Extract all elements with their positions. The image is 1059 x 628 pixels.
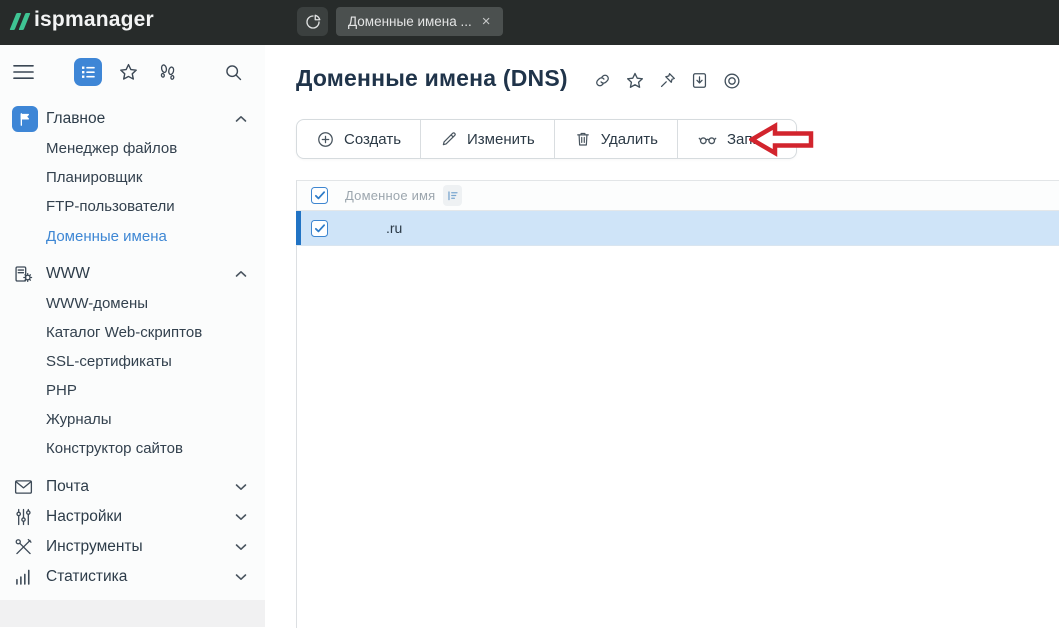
dashboard-tab-button[interactable] bbox=[297, 7, 328, 36]
table-row-domain[interactable]: .ru bbox=[297, 211, 1059, 246]
create-button-label: Создать bbox=[344, 131, 401, 148]
sidebar-section-main[interactable]: Главное bbox=[0, 104, 265, 134]
logo-text: ispmanager bbox=[34, 8, 154, 32]
sidebar-section-statistics[interactable]: Статистика bbox=[0, 562, 265, 592]
sidebar-item-ftp-users[interactable]: FTP-пользователи bbox=[46, 192, 175, 221]
sidebar-section-mail[interactable]: Почта bbox=[0, 472, 265, 502]
sliders-icon bbox=[13, 507, 34, 528]
sort-icon[interactable] bbox=[443, 185, 462, 206]
chevron-down-icon[interactable] bbox=[235, 543, 247, 551]
sidebar-item-file-manager[interactable]: Менеджер файлов bbox=[46, 134, 177, 163]
export-icon[interactable] bbox=[690, 71, 709, 90]
sidebar-section-tools[interactable]: Инструменты bbox=[0, 532, 265, 562]
section-label: Инструменты bbox=[46, 532, 143, 562]
close-icon[interactable]: × bbox=[482, 14, 491, 29]
page-title: Доменные имена (DNS) bbox=[296, 65, 568, 92]
tab-label: Доменные имена ... bbox=[348, 14, 472, 29]
section-label: Почта bbox=[46, 472, 89, 502]
stats-icon bbox=[13, 567, 34, 588]
sidebar-section-www[interactable]: WWW bbox=[0, 259, 265, 289]
pie-chart-icon bbox=[304, 13, 322, 31]
chevron-up-icon[interactable] bbox=[235, 270, 247, 278]
delete-button-label: Удалить bbox=[601, 131, 658, 148]
create-button[interactable]: Создать bbox=[297, 120, 420, 158]
glasses-icon bbox=[697, 130, 718, 148]
sidebar-item-www-domains[interactable]: WWW-домены bbox=[46, 289, 148, 318]
red-arrow-annotation bbox=[749, 121, 815, 158]
topbar: ispmanager Доменные имена ... × bbox=[0, 0, 1059, 45]
link-icon[interactable] bbox=[593, 71, 612, 90]
chevron-down-icon[interactable] bbox=[235, 573, 247, 581]
sidebar-item-ssl-certificates[interactable]: SSL-сертификаты bbox=[46, 347, 172, 376]
open-tab-domain-names[interactable]: Доменные имена ... × bbox=[336, 7, 503, 36]
edit-button-label: Изменить bbox=[467, 131, 535, 148]
column-header-domain-name[interactable]: Доменное имя bbox=[345, 188, 435, 203]
edit-button[interactable]: Изменить bbox=[420, 120, 554, 158]
mail-icon bbox=[13, 477, 34, 498]
row-checkbox[interactable] bbox=[311, 220, 328, 237]
domain-name-cell: .ru bbox=[386, 220, 402, 236]
section-label: Главное bbox=[46, 104, 105, 134]
section-label: WWW bbox=[46, 259, 90, 289]
server-gear-icon bbox=[13, 264, 34, 285]
sidebar-section-settings[interactable]: Настройки bbox=[0, 502, 265, 532]
sidebar: Главное Менеджер файлов Планировщик FTP-… bbox=[0, 45, 265, 627]
trash-icon bbox=[574, 130, 592, 148]
star-icon[interactable] bbox=[625, 71, 645, 91]
tools-icon bbox=[13, 537, 34, 558]
delete-button[interactable]: Удалить bbox=[554, 120, 677, 158]
flag-icon bbox=[12, 106, 38, 132]
chevron-down-icon[interactable] bbox=[235, 483, 247, 491]
section-label: Статистика bbox=[46, 562, 127, 592]
sidebar-item-site-builder[interactable]: Конструктор сайтов bbox=[46, 434, 183, 463]
page-title-actions bbox=[593, 71, 742, 91]
sidebar-footer-area bbox=[0, 600, 265, 627]
pencil-icon bbox=[440, 130, 458, 148]
gear-ring-icon[interactable] bbox=[722, 71, 742, 91]
ispmanager-logo[interactable]: ispmanager bbox=[13, 8, 154, 32]
section-label: Настройки bbox=[46, 502, 122, 532]
plus-circle-icon bbox=[316, 130, 335, 149]
sidebar-item-web-scripts[interactable]: Каталог Web-скриптов bbox=[46, 318, 202, 347]
domains-table: Доменное имя .ru bbox=[296, 180, 1059, 628]
main-content: Доменные имена (DNS) bbox=[265, 45, 1059, 627]
table-header-row: Доменное имя bbox=[297, 181, 1059, 211]
sidebar-item-domain-names[interactable]: Доменные имена bbox=[46, 222, 167, 251]
chevron-up-icon[interactable] bbox=[235, 115, 247, 123]
chevron-down-icon[interactable] bbox=[235, 513, 247, 521]
select-all-checkbox[interactable] bbox=[311, 187, 328, 204]
toolbar: Создать Изменить Удалить bbox=[296, 119, 797, 159]
pin-icon[interactable] bbox=[658, 71, 677, 90]
sidebar-item-scheduler[interactable]: Планировщик bbox=[46, 163, 142, 192]
logo-slashes-icon bbox=[13, 13, 27, 30]
sidebar-item-php[interactable]: PHP bbox=[46, 376, 77, 405]
sidebar-menu: Главное Менеджер файлов Планировщик FTP-… bbox=[0, 45, 265, 600]
sidebar-item-logs[interactable]: Журналы bbox=[46, 405, 112, 434]
